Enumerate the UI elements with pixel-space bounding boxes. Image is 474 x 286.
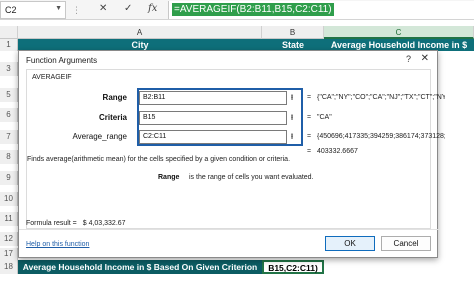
close-icon[interactable]: ✕ — [421, 53, 429, 64]
select-all-corner[interactable] — [0, 26, 18, 39]
function-group: AVERAGEIF Range B2:B11 ⭱ = {"CA";"NY";"C… — [26, 69, 445, 229]
function-result-value: 403332.6667 — [317, 148, 358, 155]
cancel-icon[interactable]: ✕ — [99, 3, 107, 14]
row-header-1[interactable]: 1 — [0, 39, 18, 51]
active-formula-cell[interactable]: B15,C2:C11) — [262, 260, 324, 274]
column-header-a[interactable]: A — [18, 26, 262, 39]
row-header-12[interactable]: 12 — [0, 232, 18, 246]
help-on-function-link[interactable]: Help on this function — [26, 241, 89, 248]
average-range-result: {450696;417335;394259;386174;373128;36..… — [317, 133, 445, 140]
row-header-11[interactable]: 11 — [0, 212, 18, 226]
help-icon[interactable]: ? — [406, 54, 411, 64]
row-header-3[interactable]: 3 — [0, 62, 18, 76]
formula-bar: C2 ▼ ⋮ ✕ ✓ fx =AVERAGEIF(B2:B11,B15,C2:C… — [0, 0, 474, 20]
criteria-label: Criteria — [98, 113, 127, 122]
row-header-8[interactable]: 8 — [0, 150, 18, 164]
enter-icon[interactable]: ✓ — [124, 3, 132, 14]
row-header-7[interactable]: 7 — [0, 130, 18, 144]
average-range-equals: = — [307, 133, 312, 140]
name-box-value: C2 — [5, 5, 17, 15]
cancel-button[interactable]: Cancel — [381, 236, 431, 251]
row-header-9[interactable]: 9 — [0, 171, 18, 185]
result-equals: = — [307, 148, 312, 155]
formula-result-label: Formula result = — [26, 220, 77, 227]
name-box[interactable]: C2 ▼ — [0, 1, 66, 19]
function-arguments-dialog: Function Arguments ? ✕ AVERAGEIF Range B… — [18, 50, 445, 258]
row-header-17[interactable]: 17 — [0, 248, 18, 260]
formula-text: =AVERAGEIF(B2:B11,B15,C2:C11) — [172, 3, 334, 16]
row-header-6[interactable]: 6 — [0, 108, 18, 122]
average-range-label: Average_range — [72, 132, 127, 141]
ok-button[interactable]: OK — [325, 236, 375, 251]
argument-help-text: is the range of cells you want evaluated… — [189, 174, 314, 181]
insert-function-icon[interactable]: fx — [148, 3, 157, 14]
column-header-b[interactable]: B — [262, 26, 324, 39]
arguments-highlight-box — [137, 88, 303, 146]
range-label: Range — [102, 93, 127, 102]
column-header-c[interactable]: C — [324, 26, 474, 39]
formula-input[interactable]: =AVERAGEIF(B2:B11,B15,C2:C11) — [168, 1, 474, 19]
range-result: {"CA";"NY";"CO";"CA";"NJ";"TX";"CT";"NY"… — [317, 94, 445, 101]
dialog-title: Function Arguments — [26, 56, 98, 65]
criteria-equals: = — [307, 114, 312, 121]
criteria-result: "CA" — [317, 114, 332, 121]
range-equals: = — [307, 94, 312, 101]
argument-help-name: Range — [158, 174, 180, 181]
dialog-divider — [19, 229, 439, 230]
formula-bar-divider: ⋮ — [72, 5, 81, 15]
criterion-label-cell[interactable]: Average Household Income in $ Based On G… — [18, 260, 262, 274]
function-name: AVERAGEIF — [32, 74, 72, 81]
row-header-5[interactable]: 5 — [0, 88, 18, 102]
chevron-down-icon[interactable]: ▼ — [55, 5, 62, 12]
function-description: Finds average(arithmetic mean) for the c… — [27, 156, 291, 163]
row-header-10[interactable]: 10 — [0, 192, 18, 206]
formula-result-value: $ 4,03,332.67 — [82, 220, 126, 227]
formula-result-line: Formula result = $ 4,03,332.67 — [26, 220, 126, 227]
row-header-18[interactable]: 18 — [0, 260, 18, 274]
